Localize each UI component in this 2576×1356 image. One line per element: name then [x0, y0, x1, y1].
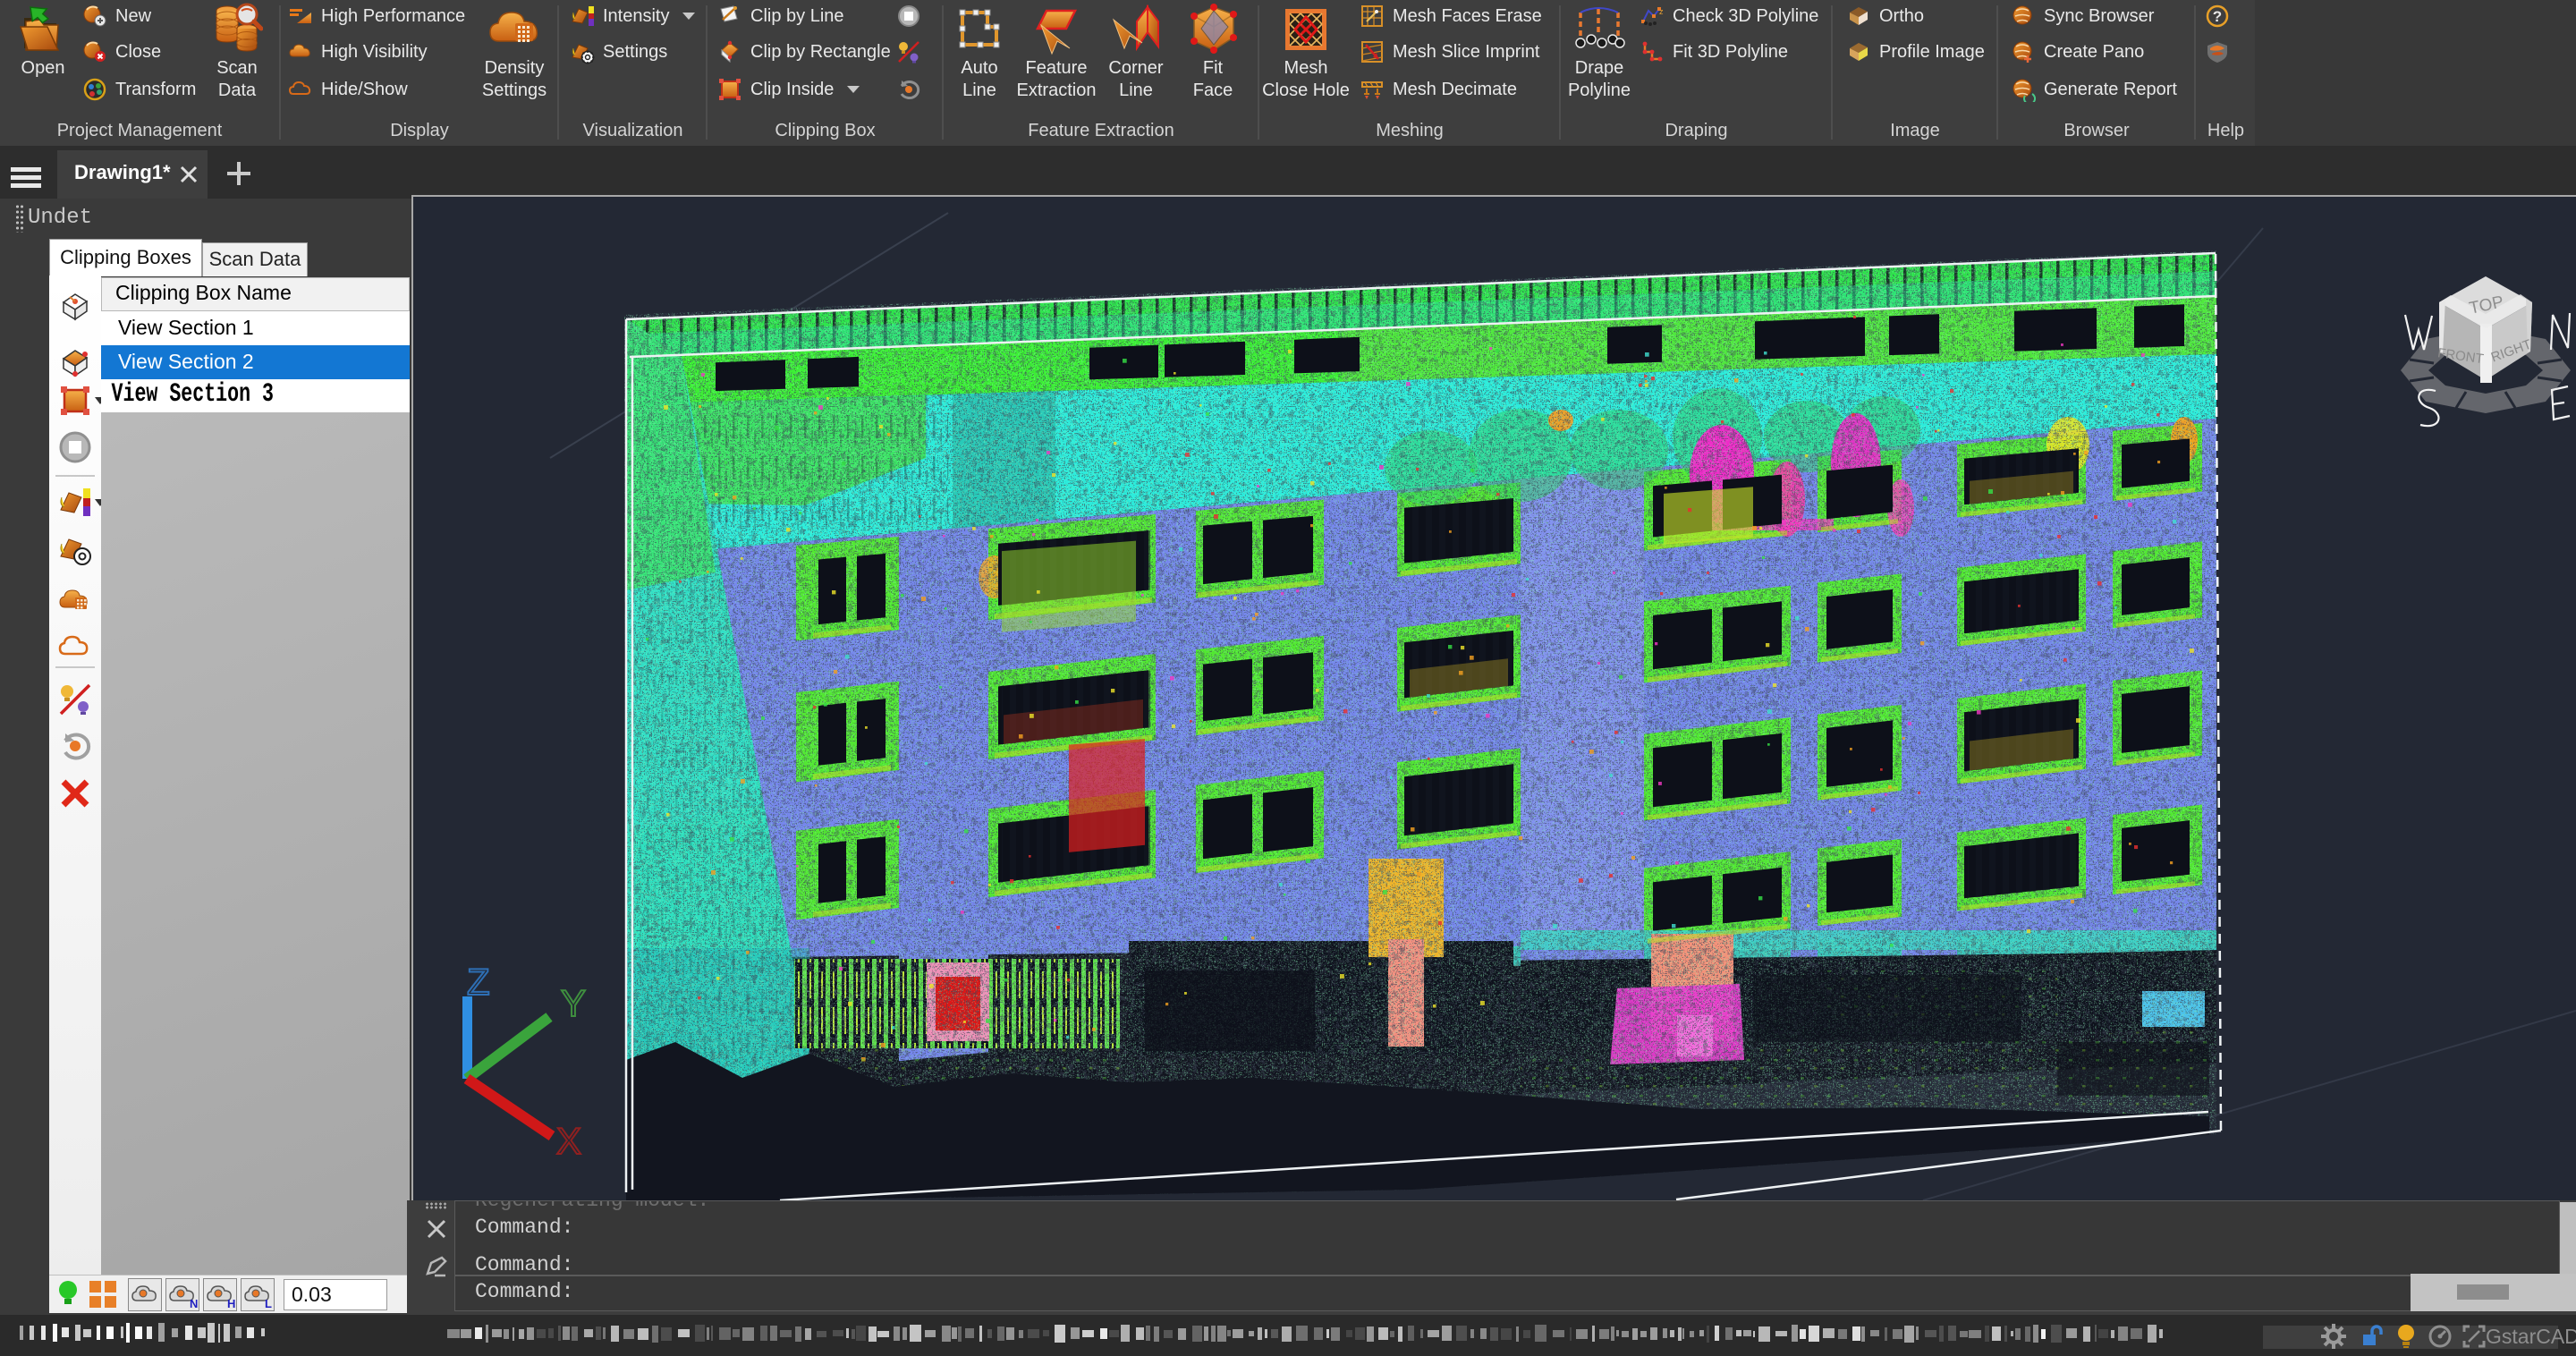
- svg-text:H: H: [227, 1297, 235, 1310]
- svg-text:z: z: [1659, 7, 1664, 16]
- svg-text:?: ?: [2213, 8, 2222, 25]
- svg-text:N: N: [190, 1297, 198, 1310]
- svg-text:L: L: [265, 1297, 272, 1310]
- svg-text:X: X: [556, 1120, 581, 1162]
- svg-text:Y: Y: [561, 982, 586, 1024]
- svg-text:Z: Z: [467, 961, 490, 1003]
